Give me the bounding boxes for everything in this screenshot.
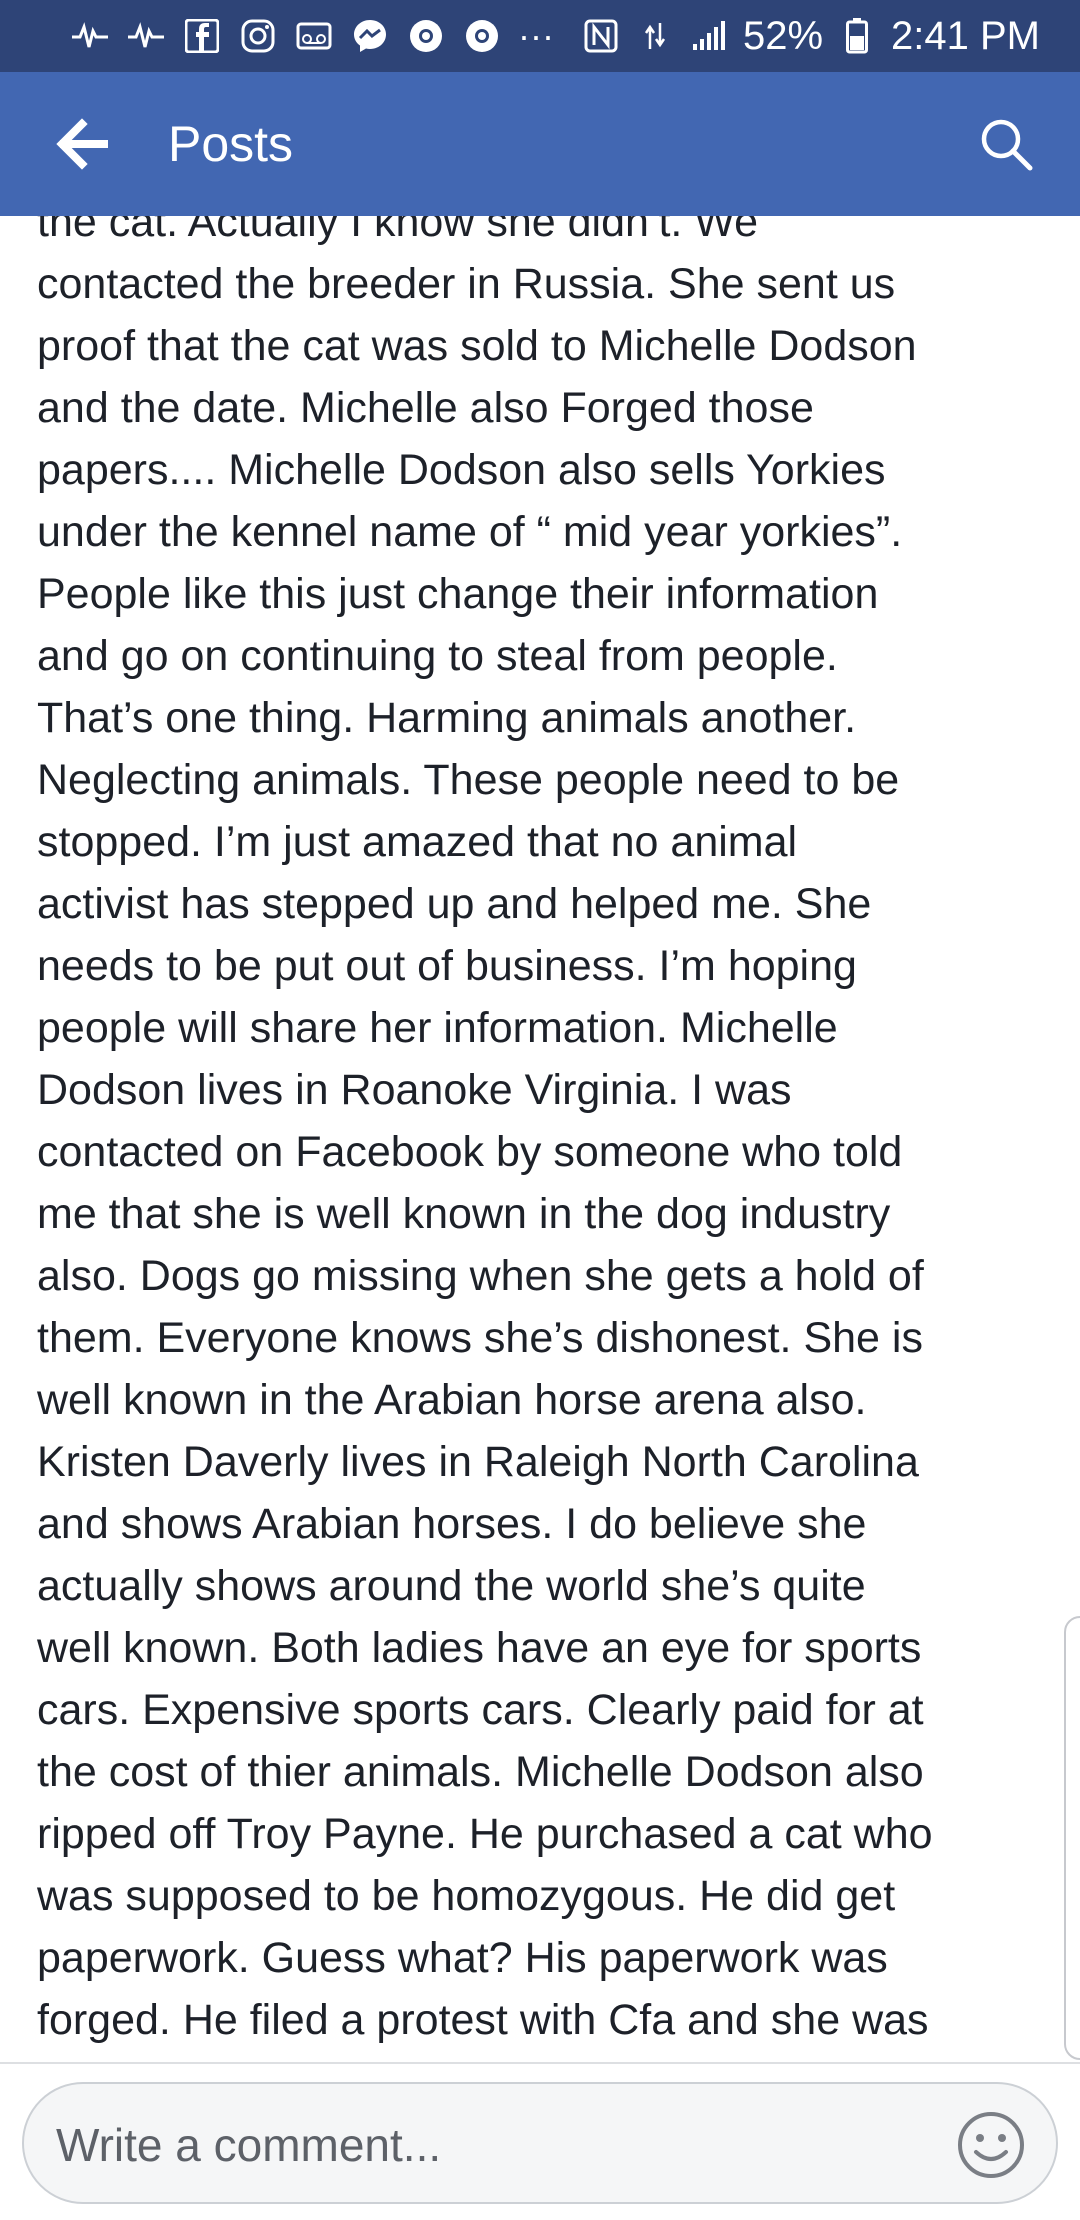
post-text-line: cars. Expensive sports cars. Clearly pai… <box>37 1686 924 1734</box>
post-text-line: contacted on Facebook by someone who tol… <box>37 1128 903 1176</box>
pulse-icon <box>70 16 110 56</box>
post-text-line: stopped. I’m just amazed that no animal <box>37 818 798 866</box>
post-text-line: actually shows around the world she’s qu… <box>37 1562 866 1610</box>
post-text-line: and the date. Michelle also Forged those <box>37 384 814 432</box>
emoji-button[interactable] <box>956 2110 1026 2180</box>
back-button[interactable] <box>52 116 112 172</box>
clock: 2:41 PM <box>891 13 1040 58</box>
post-text-line: ripped off Troy Payne. He purchased a ca… <box>37 1810 933 1858</box>
post-text-line: contacted the breeder in Russia. She sen… <box>37 260 896 308</box>
smiley-icon <box>958 2112 1024 2178</box>
post-content[interactable]: the cat. Actually I know she didn’t. We c… <box>0 216 1080 2062</box>
comment-placeholder: Write a comment... <box>56 2119 442 2171</box>
post-text-line: me that she is well known in the dog ind… <box>37 1190 891 1238</box>
notification-icons: ··· <box>70 15 554 57</box>
page-title: Posts <box>168 116 294 172</box>
post-text-line: was supposed to be homozygous. He did ge… <box>37 1872 896 1920</box>
post-text-line: paperwork. Guess what? His paperwork was <box>37 1934 888 1982</box>
post-text-line: under the kennel name of “ mid year york… <box>37 508 903 556</box>
messenger-icon <box>350 16 390 56</box>
app-bar: Posts <box>0 72 1080 216</box>
post-text-line: and go on continuing to steal from peopl… <box>37 632 838 680</box>
facebook-icon <box>182 16 222 56</box>
chrome-icon <box>462 16 502 56</box>
post-text-line: well known. Both ladies have an eye for … <box>37 1624 922 1672</box>
signal-icon <box>689 16 729 56</box>
post-text-line: proof that the cat was sold to Michelle … <box>37 322 917 370</box>
post-text-line: the cat. Actually I know she didn’t. We <box>37 216 759 246</box>
post-text-line: activist has stepped up and helped me. S… <box>37 880 872 928</box>
nfc-icon <box>581 16 621 56</box>
post-text-line: Kristen Daverly lives in Raleigh North C… <box>37 1438 919 1486</box>
comment-input[interactable]: Write a comment... <box>22 2082 1058 2204</box>
data-transfer-icon <box>635 16 675 56</box>
post-text-line: People like this just change their infor… <box>37 570 879 618</box>
post-text-line: needs to be put out of business. I’m hop… <box>37 942 857 990</box>
search-icon <box>981 119 1033 171</box>
status-bar: ··· 52% 2:41 PM <box>0 0 1080 72</box>
comment-composer: Write a comment... <box>0 2062 1080 2220</box>
post-text-line: Dodson lives in Roanoke Virginia. I was <box>37 1066 792 1114</box>
chrome-icon <box>406 16 446 56</box>
system-status: 52% 2:41 PM <box>581 14 1040 59</box>
post-text-line: Neglecting animals. These people need to… <box>37 756 900 804</box>
search-button[interactable] <box>976 114 1036 174</box>
post-text-line: people will share her information. Miche… <box>37 1004 838 1052</box>
pulse-icon <box>126 16 166 56</box>
post-text-line: That’s one thing. Harming animals anothe… <box>37 694 857 742</box>
back-arrow-icon <box>56 118 108 170</box>
voicemail-icon <box>294 16 334 56</box>
post-text-line: and shows Arabian horses. I do believe s… <box>37 1500 867 1548</box>
instagram-icon <box>238 16 278 56</box>
post-text-line: forged. He filed a protest with Cfa and … <box>37 1996 929 2044</box>
more-notifications-indicator: ··· <box>518 15 554 56</box>
post-text-line: also. Dogs go missing when she gets a ho… <box>37 1252 924 1300</box>
post-text-line: well known in the Arabian horse arena al… <box>37 1376 867 1424</box>
post-text-line: papers.... Michelle Dodson also sells Yo… <box>37 446 886 494</box>
post-text-line: the cost of thier animals. Michelle Dods… <box>37 1748 924 1796</box>
battery-icon <box>837 16 877 56</box>
post-text-line: them. Everyone knows she’s dishonest. Sh… <box>37 1314 923 1362</box>
post-body: the cat. Actually I know she didn’t. We c… <box>0 216 1080 2051</box>
scroll-handle[interactable] <box>1064 1616 1080 2060</box>
battery-percent: 52% <box>742 13 824 58</box>
